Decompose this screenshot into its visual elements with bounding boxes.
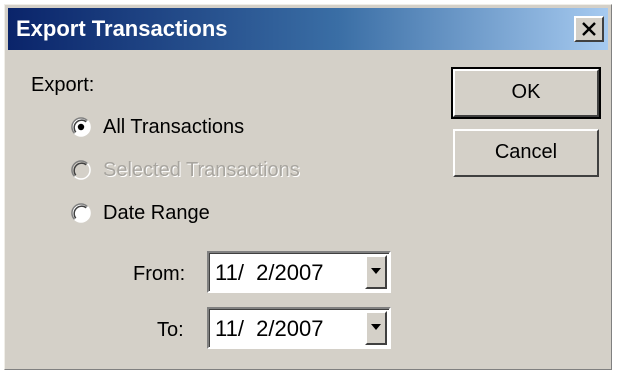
radio-selected-icon [71,117,91,137]
radio-disabled-icon [71,160,91,180]
radio-date-range[interactable] [71,203,91,223]
ok-button[interactable]: OK [451,67,601,119]
export-transactions-dialog: Export Transactions Export: All Transact… [4,4,612,370]
from-date-dropdown-button[interactable] [365,255,387,289]
close-icon [582,22,596,36]
dropdown-arrow-icon [371,268,381,274]
cancel-button[interactable]: Cancel [453,129,599,177]
to-date-value[interactable]: 11/ 2/2007 [215,316,323,342]
radio-unselected-icon [71,203,91,223]
option-label-date-range[interactable]: Date Range [103,201,210,225]
close-button[interactable] [574,16,604,42]
export-label: Export: [31,74,95,96]
to-label: To: [157,319,184,341]
ok-button-label: OK [511,81,541,103]
from-date-value[interactable]: 11/ 2/2007 [215,260,323,286]
radio-all-transactions[interactable] [71,117,91,137]
title-bar: Export Transactions [8,8,608,50]
window-title: Export Transactions [16,16,228,41]
to-date-dropdown-button[interactable] [365,311,387,345]
radio-selected-transactions [71,160,91,180]
cancel-button-label: Cancel [494,141,558,163]
to-date-picker[interactable]: 11/ 2/2007 [207,307,391,349]
option-label-selected-transactions: Selected Transactions [103,159,300,181]
from-label: From: [133,263,186,285]
option-label-all-transactions[interactable]: All Transactions [103,115,244,139]
dropdown-arrow-icon [371,324,381,330]
from-date-picker[interactable]: 11/ 2/2007 [207,251,391,293]
